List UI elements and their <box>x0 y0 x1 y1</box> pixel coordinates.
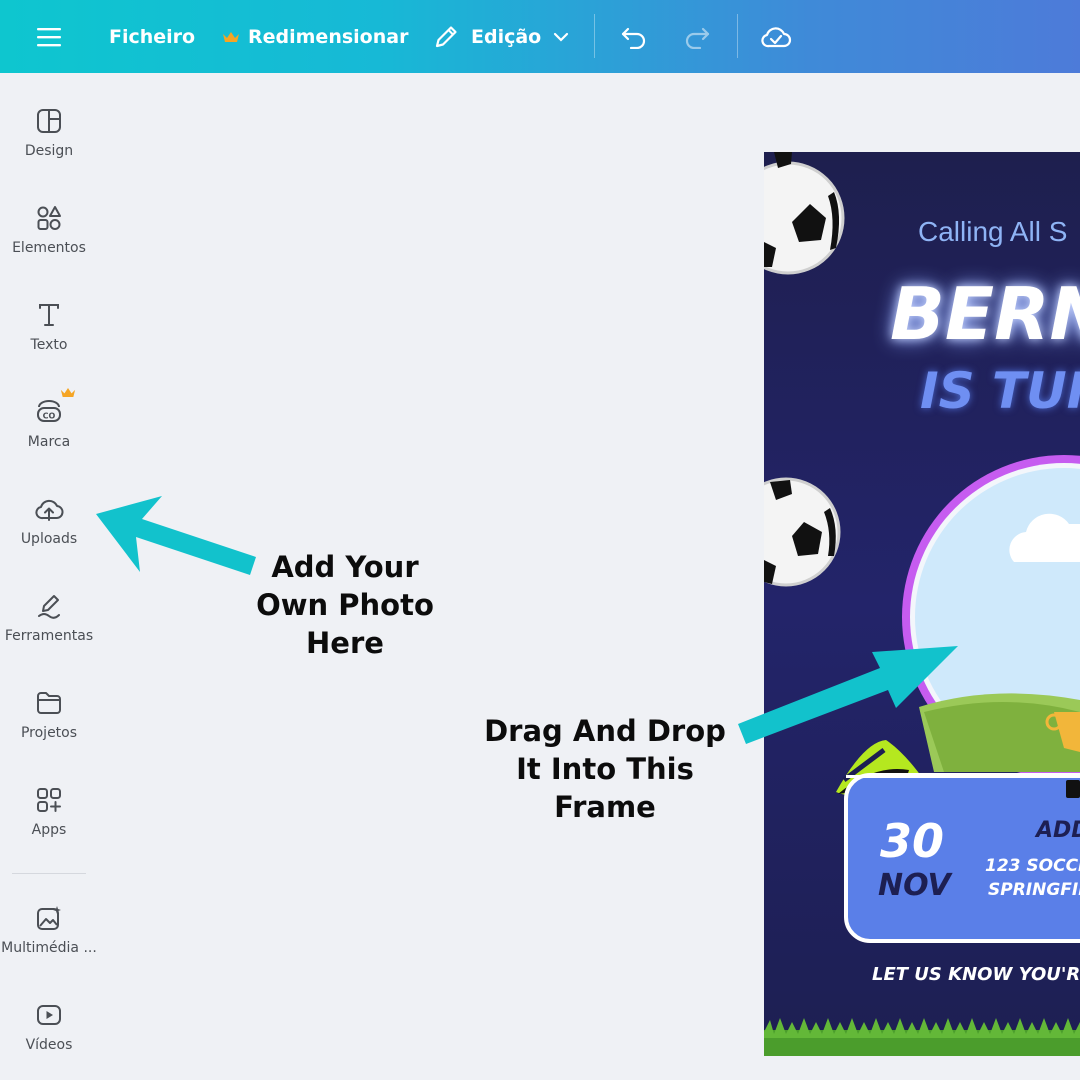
sidebar-item-uploads[interactable]: Uploads <box>0 494 98 547</box>
drop-hint-line: It Into This <box>516 752 694 786</box>
flyer-name-text[interactable]: BERN <box>890 272 1080 356</box>
sidebar-item-videos[interactable]: Vídeos <box>0 1000 98 1053</box>
sidebar-item-elements[interactable]: Elementos <box>0 203 98 256</box>
pen-tool-icon <box>34 591 64 621</box>
sidebar-item-label: Apps <box>31 822 67 838</box>
layout-icon <box>34 106 64 136</box>
sidebar-item-design[interactable]: Design <box>0 106 98 159</box>
sidebar-item-tools[interactable]: Ferramentas <box>0 591 98 644</box>
brand-icon: CO <box>34 388 76 427</box>
apps-icon <box>34 785 64 815</box>
soccer-ball-top <box>764 152 845 275</box>
svg-text:CO: CO <box>43 412 56 421</box>
sidebar-item-label: Multimédia ... <box>1 940 97 956</box>
edit-mode-label: Edição <box>471 25 542 48</box>
sidebar-item-magic-media[interactable]: Multimédia ... <box>0 903 98 956</box>
event-address-title[interactable]: ADD <box>1036 818 1080 843</box>
sidebar-item-text[interactable]: Texto <box>0 300 98 353</box>
sidebar-item-label: Marca <box>27 434 71 450</box>
sidebar-item-apps[interactable]: Apps <box>0 785 98 838</box>
resize-label: Redimensionar <box>248 25 409 48</box>
flyer-turning-text[interactable]: IS TURN <box>920 362 1080 420</box>
chevron-down-icon <box>554 32 569 42</box>
redo-button[interactable] <box>683 0 711 73</box>
toolbar-divider <box>594 14 595 58</box>
magic-media-icon <box>34 903 64 933</box>
crown-icon <box>60 388 76 397</box>
folder-icon <box>34 688 64 718</box>
event-address-line1[interactable]: 123 SOCCER <box>985 856 1080 876</box>
file-menu[interactable]: Ficheiro <box>109 0 195 73</box>
text-icon <box>34 300 64 330</box>
flyer-rsvp-text[interactable]: LET US KNOW YOU'RE C <box>872 964 1080 985</box>
pencil-icon <box>435 25 457 47</box>
sidebar-item-brand[interactable]: CO Marca <box>0 388 98 450</box>
sidebar-item-label: Elementos <box>12 240 86 256</box>
sidebar-item-label: Texto <box>30 337 68 353</box>
sidebar-item-label: Uploads <box>20 531 78 547</box>
edit-mode-button[interactable]: Edição <box>433 0 569 73</box>
upload-hint-line: Here <box>306 626 384 660</box>
undo-button[interactable] <box>620 0 648 73</box>
video-icon <box>34 1000 64 1030</box>
drop-hint-text: Drag And Drop It Into This Frame <box>460 712 750 826</box>
shapes-icon <box>34 203 64 233</box>
flyer-calling-text[interactable]: Calling All S <box>918 216 1067 248</box>
sidebar-item-label: Vídeos <box>25 1037 73 1053</box>
upload-hint-text: Add Your Own Photo Here <box>230 548 460 662</box>
sidebar-divider <box>12 873 86 874</box>
undo-icon <box>621 27 646 49</box>
grass-strip <box>764 1018 1080 1056</box>
crown-icon <box>223 31 239 42</box>
sidebar-item-label: Projetos <box>20 725 78 741</box>
toolbar-divider <box>737 14 738 58</box>
menu-button[interactable] <box>37 0 61 73</box>
redo-icon <box>685 27 710 49</box>
drop-hint-line: Frame <box>554 790 656 824</box>
sidebar-item-projects[interactable]: Projetos <box>0 688 98 741</box>
save-status-button[interactable] <box>760 0 792 73</box>
side-panel: Design Elementos Texto CO Marca Uploads … <box>0 73 98 1080</box>
resize-button[interactable]: Redimensionar <box>222 0 408 73</box>
drop-pointer-arrow <box>738 646 958 744</box>
sidebar-item-label: Design <box>24 143 74 159</box>
soccer-ball-middle <box>764 477 841 587</box>
design-canvas[interactable]: Calling All S BERN IS TURN 30 NOV ADD 12… <box>764 152 1080 1056</box>
event-date-day[interactable]: 30 <box>880 814 944 868</box>
hamburger-icon <box>37 27 61 46</box>
cloud-upload-icon <box>34 494 64 524</box>
event-date-month[interactable]: NOV <box>878 868 951 903</box>
upload-hint-line: Add Your <box>271 550 419 584</box>
top-toolbar: Ficheiro Redimensionar Edição <box>0 0 1080 73</box>
event-icon <box>1066 780 1080 798</box>
upload-hint-line: Own Photo <box>256 588 434 622</box>
event-address-line2[interactable]: SPRINGFIEL <box>988 880 1080 900</box>
cloud-check-icon <box>761 26 792 47</box>
sidebar-item-label: Ferramentas <box>4 628 94 644</box>
drop-hint-line: Drag And Drop <box>484 714 726 748</box>
event-info-divider <box>846 775 1080 778</box>
